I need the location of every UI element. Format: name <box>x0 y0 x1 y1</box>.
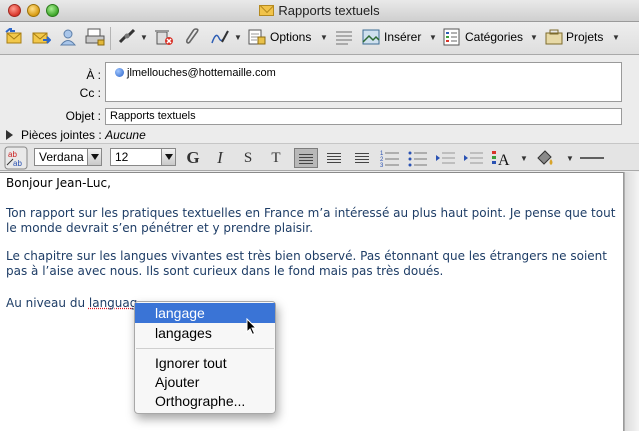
categories-chevron-icon[interactable]: ▼ <box>530 33 538 42</box>
misspelled-word[interactable]: languag <box>89 296 138 310</box>
align-right-icon <box>355 153 369 163</box>
font-family-value: Verdana <box>39 150 84 164</box>
text-color-chevron-icon[interactable]: ▼ <box>520 154 528 163</box>
font-size-select[interactable]: 12 <box>110 148 176 166</box>
indent-icon[interactable] <box>462 148 486 168</box>
options-icon[interactable] <box>246 28 268 48</box>
title-bar[interactable]: Rapports textuels <box>0 0 639 22</box>
main-toolbar: ▼ ▼ Options ▼ Insérer ▼ Catégories ▼ Pro… <box>0 22 639 55</box>
reply-icon[interactable] <box>3 25 25 48</box>
projects-button[interactable]: Projets <box>566 30 603 44</box>
categories-icon[interactable] <box>441 28 463 48</box>
svg-text:A: A <box>498 152 510 168</box>
signature-icon[interactable] <box>209 28 231 48</box>
insert-text-icon[interactable] <box>333 28 355 48</box>
cc-label: Cc : <box>79 86 101 100</box>
align-left-icon <box>299 154 313 164</box>
horizontal-rule-icon[interactable] <box>578 148 606 168</box>
insert-chevron-icon[interactable]: ▼ <box>429 33 437 42</box>
options-button[interactable]: Options <box>270 30 311 44</box>
recipient-chip[interactable]: jlmellouches@hottemaille.com <box>115 67 276 79</box>
link-menu-chevron-icon[interactable]: ▼ <box>140 33 148 42</box>
strikethrough-button[interactable]: S <box>238 148 258 168</box>
body-paragraph-3: Au niveau du languag <box>6 296 616 311</box>
background-color-icon[interactable] <box>533 148 557 168</box>
align-center-icon <box>327 153 341 163</box>
bullet-list-icon[interactable] <box>406 148 430 168</box>
align-center-button[interactable] <box>322 148 346 168</box>
contacts-icon[interactable] <box>57 28 79 48</box>
bold-button[interactable]: G <box>183 148 203 168</box>
attach-icon[interactable] <box>182 28 204 48</box>
delete-icon[interactable] <box>153 28 175 48</box>
window-title: Rapports textuels <box>278 3 380 18</box>
body-paragraph-3-prefix: Au niveau du <box>6 296 89 310</box>
projects-icon[interactable] <box>543 28 565 48</box>
forward-icon[interactable] <box>30 28 52 48</box>
spell-check-icon[interactable]: ab ab <box>4 146 28 170</box>
recipient-address: jlmellouches@hottemaille.com <box>127 67 276 79</box>
chevron-down-icon[interactable] <box>161 149 175 165</box>
body-greeting: Bonjour Jean-Luc, <box>6 176 111 190</box>
format-bar: ab ab Verdana 12 G I S T 123 A ▼ ▼ <box>0 143 639 171</box>
insert-icon[interactable] <box>360 28 382 48</box>
background-color-chevron-icon[interactable]: ▼ <box>566 154 574 163</box>
spelling-item[interactable]: Orthographe... <box>135 391 275 411</box>
disclosure-triangle-icon[interactable] <box>6 130 13 140</box>
font-size-value: 12 <box>115 150 129 164</box>
svg-text:ab: ab <box>13 159 22 168</box>
toolbar-separator <box>110 27 111 50</box>
subject-label: Objet : <box>65 109 101 123</box>
link-icon[interactable] <box>116 28 138 48</box>
text-color-icon[interactable]: A <box>490 148 514 169</box>
align-left-button[interactable] <box>294 148 318 168</box>
categories-button[interactable]: Catégories <box>465 30 523 44</box>
subject-input[interactable]: Rapports textuels <box>105 108 622 125</box>
options-chevron-icon[interactable]: ▼ <box>320 33 328 42</box>
teletype-button[interactable]: T <box>266 148 286 168</box>
insert-button[interactable]: Insérer <box>384 30 421 44</box>
svg-text:ab: ab <box>8 150 17 159</box>
projects-chevron-icon[interactable]: ▼ <box>612 33 620 42</box>
body-paragraph-2: Le chapitre sur les langues vivantes est… <box>6 249 607 278</box>
add-to-dictionary-item[interactable]: Ajouter <box>135 372 275 392</box>
chevron-down-icon[interactable] <box>87 149 101 165</box>
envelope-icon <box>259 5 275 16</box>
print-icon[interactable] <box>84 28 106 48</box>
svg-text:3: 3 <box>380 163 384 168</box>
font-family-select[interactable]: Verdana <box>34 148 102 166</box>
numbered-list-icon[interactable]: 123 <box>378 148 402 169</box>
body-scrollbar[interactable] <box>624 172 639 431</box>
outdent-icon[interactable] <box>434 148 458 168</box>
contact-icon <box>115 68 124 77</box>
menu-separator <box>136 348 274 349</box>
align-right-button[interactable] <box>350 148 374 168</box>
attachments-value: Aucune <box>105 128 146 142</box>
attachments-label: Pièces jointes : <box>21 128 102 142</box>
italic-button[interactable]: I <box>210 148 230 168</box>
window-title-wrap: Rapports textuels <box>0 3 639 18</box>
body-paragraph-1: Ton rapport sur les pratiques textuelles… <box>6 206 616 235</box>
ignore-all-item[interactable]: Ignorer tout <box>135 353 275 373</box>
compose-window: Rapports textuels ▼ ▼ Options ▼ Insérer … <box>0 0 639 431</box>
signature-menu-chevron-icon[interactable]: ▼ <box>234 33 242 42</box>
to-label: À : <box>86 68 101 82</box>
attachments-row: Pièces jointes : Aucune <box>6 128 146 142</box>
